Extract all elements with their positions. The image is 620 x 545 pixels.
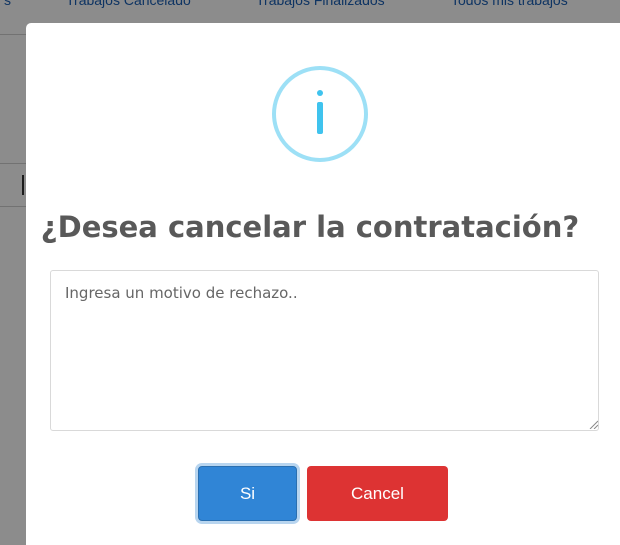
cancel-button[interactable]: Cancel bbox=[307, 466, 448, 521]
info-icon-bar bbox=[317, 102, 323, 134]
confirm-button[interactable]: Si bbox=[198, 466, 297, 521]
info-icon-dot bbox=[317, 90, 323, 96]
resize-handle-icon[interactable] bbox=[589, 420, 598, 429]
info-icon bbox=[272, 66, 368, 162]
dialog-title: ¿Desea cancelar la contratación? bbox=[40, 210, 580, 244]
rejection-reason-input[interactable] bbox=[50, 270, 599, 431]
